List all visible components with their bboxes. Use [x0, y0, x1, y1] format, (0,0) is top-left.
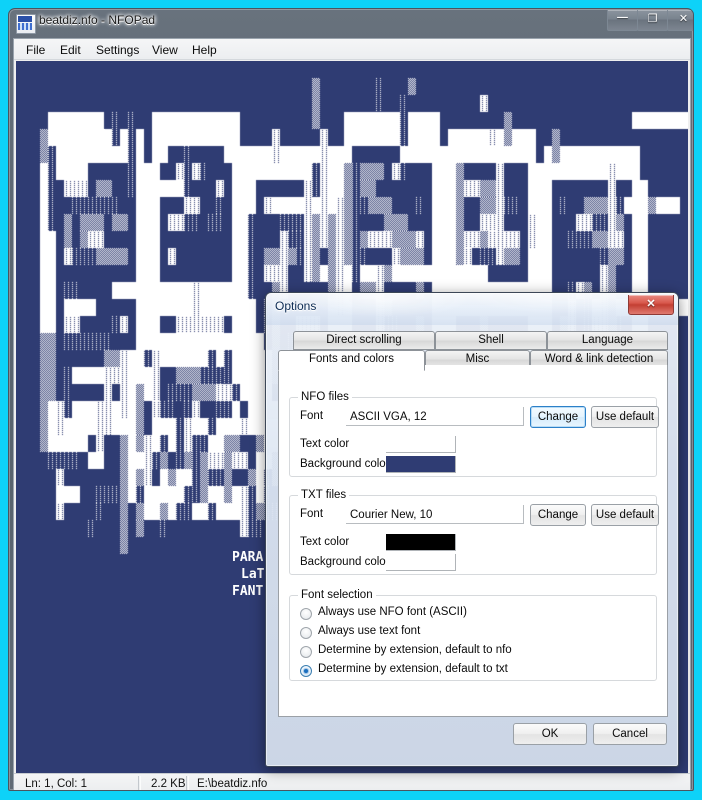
status-separator	[186, 776, 189, 790]
txt-background-color-label: Background color	[300, 556, 390, 568]
tab-page-fonts-and-colors: NFO files Font Change Use default Text c…	[278, 365, 668, 717]
status-separator	[138, 776, 141, 790]
menubar: File Edit Settings View Help	[14, 39, 690, 60]
dialog-footer: OK Cancel	[275, 723, 671, 753]
txt-background-color-swatch[interactable]	[386, 554, 456, 571]
radio-icon	[300, 646, 312, 658]
dialog-close-button[interactable]: ✕	[628, 295, 674, 315]
nfo-font-label: Font	[300, 410, 324, 422]
ascii-art-header-tag: <Eboy>	[56, 123, 107, 139]
nfo-visible-line: LaT	[241, 567, 265, 582]
nfo-visible-line: PARA	[232, 550, 264, 565]
group-font-selection: Font selection Always use NFO font (ASCI…	[289, 589, 657, 681]
minimize-icon: ─	[617, 9, 628, 26]
status-file-path: E:\beatdiz.nfo	[197, 778, 268, 790]
menu-help[interactable]: Help	[186, 42, 223, 58]
nfo-change-font-button[interactable]: Change	[530, 406, 586, 428]
txt-text-color-swatch[interactable]	[386, 534, 456, 551]
nfo-text-color-label: Text color	[300, 438, 350, 450]
txt-font-input[interactable]	[346, 505, 524, 524]
nfopad-window: beatdiz.nfo - NFOPad ─ ❐ ✕ File Edit Set…	[0, 0, 702, 800]
group-nfo-files: NFO files Font Change Use default Text c…	[289, 391, 659, 477]
status-file-size: 2.2 KB	[151, 778, 186, 790]
nfo-text-color-swatch[interactable]	[386, 436, 456, 453]
txt-use-default-button[interactable]: Use default	[591, 504, 659, 526]
txt-change-font-button[interactable]: Change	[530, 504, 586, 526]
nfo-background-color-label: Background color	[300, 458, 390, 470]
radio-label: Always use text font	[318, 625, 421, 637]
group-txt-files-legend: TXT files	[298, 489, 350, 501]
maximize-icon: ❐	[647, 13, 658, 25]
dialog-titlebar[interactable]	[266, 293, 678, 325]
radio-icon	[300, 608, 312, 620]
group-txt-files: TXT files Font Change Use default Text c…	[289, 489, 659, 575]
radio-icon	[300, 627, 312, 639]
nfo-background-color-swatch[interactable]	[386, 456, 456, 473]
close-icon: ✕	[646, 298, 656, 310]
nfo-visible-line: FANT	[232, 584, 264, 599]
radio-icon	[300, 665, 312, 677]
tab-direct-scrolling[interactable]: Direct scrolling	[293, 331, 435, 350]
nfo-use-default-button[interactable]: Use default	[591, 406, 659, 428]
titlebar[interactable]: beatdiz.nfo - NFOPad ─ ❐ ✕	[9, 9, 693, 38]
menu-settings[interactable]: Settings	[90, 42, 145, 58]
menu-view[interactable]: View	[146, 42, 184, 58]
txt-font-label: Font	[300, 508, 324, 520]
tab-language[interactable]: Language	[547, 331, 668, 350]
tab-fonts-and-colors[interactable]: Fonts and colors	[278, 350, 425, 371]
cancel-button[interactable]: Cancel	[593, 723, 667, 745]
options-dialog: Options ✕ Direct scrolling Shell Languag…	[265, 292, 679, 767]
dialog-body: Direct scrolling Shell Language Fonts an…	[275, 325, 671, 759]
radio-label: Determine by extension, default to nfo	[318, 644, 512, 656]
nfo-file-icon	[16, 14, 36, 34]
radio-label: Determine by extension, default to txt	[318, 663, 508, 675]
window-title: beatdiz.nfo - NFOPad	[39, 13, 156, 27]
window-frame: beatdiz.nfo - NFOPad ─ ❐ ✕ File Edit Set…	[8, 8, 694, 791]
nfo-font-input[interactable]	[346, 407, 524, 426]
group-nfo-files-legend: NFO files	[298, 391, 352, 403]
maximize-button[interactable]: ❐	[637, 10, 668, 31]
tab-shell[interactable]: Shell	[435, 331, 547, 350]
menu-edit[interactable]: Edit	[54, 42, 87, 58]
ok-button[interactable]: OK	[513, 723, 587, 745]
close-icon: ✕	[678, 13, 689, 25]
status-cursor-position: Ln: 1, Col: 1	[25, 778, 88, 790]
dialog-title: Options	[275, 299, 317, 313]
minimize-button[interactable]: ─	[607, 9, 638, 31]
close-button[interactable]: ✕	[667, 10, 693, 31]
group-font-selection-legend: Font selection	[298, 589, 376, 601]
statusbar: Ln: 1, Col: 1 2.2 KB E:\beatdiz.nfo	[14, 773, 690, 790]
radio-label: Always use NFO font (ASCII)	[318, 606, 467, 618]
txt-text-color-label: Text color	[300, 536, 350, 548]
menu-file[interactable]: File	[20, 42, 51, 58]
